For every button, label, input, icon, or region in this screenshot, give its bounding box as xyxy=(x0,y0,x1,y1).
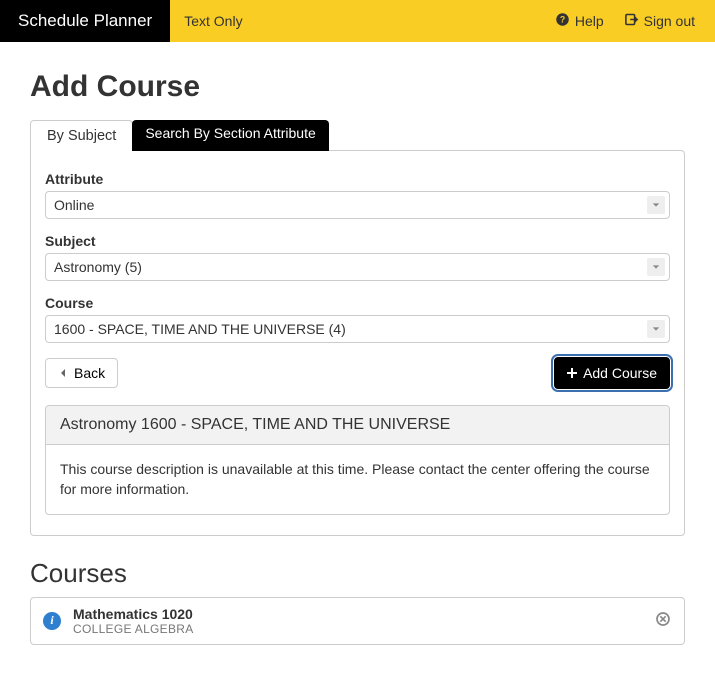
course-select[interactable]: 1600 - SPACE, TIME AND THE UNIVERSE (4) xyxy=(45,315,670,343)
tab-by-attribute[interactable]: Search By Section Attribute xyxy=(132,120,328,151)
sign-out-link[interactable]: Sign out xyxy=(624,12,695,30)
course-detail-title: Astronomy 1600 - SPACE, TIME AND THE UNI… xyxy=(46,406,669,445)
remove-course-button[interactable] xyxy=(654,612,672,630)
course-item-subtitle: COLLEGE ALGEBRA xyxy=(73,622,642,636)
course-value: 1600 - SPACE, TIME AND THE UNIVERSE (4) xyxy=(54,321,346,337)
attribute-select[interactable]: Online xyxy=(45,191,670,219)
chevron-down-icon xyxy=(647,320,665,338)
course-detail-box: Astronomy 1600 - SPACE, TIME AND THE UNI… xyxy=(45,405,670,515)
help-icon: ? xyxy=(555,12,570,30)
close-circle-icon xyxy=(655,611,671,630)
help-link[interactable]: ? Help xyxy=(555,12,604,30)
attribute-value: Online xyxy=(54,197,94,213)
chevron-down-icon xyxy=(647,196,665,214)
plus-icon xyxy=(567,365,577,381)
back-button[interactable]: Back xyxy=(45,358,118,388)
course-item-title: Mathematics 1020 xyxy=(73,606,642,622)
course-detail-description: This course description is unavailable a… xyxy=(46,445,669,514)
courses-heading: Courses xyxy=(30,558,685,589)
subject-label: Subject xyxy=(45,233,670,249)
subject-select[interactable]: Astronomy (5) xyxy=(45,253,670,281)
subject-value: Astronomy (5) xyxy=(54,259,142,275)
info-icon[interactable]: i xyxy=(43,612,61,630)
app-brand[interactable]: Schedule Planner xyxy=(0,0,170,42)
course-label: Course xyxy=(45,295,670,311)
tab-bar: By Subject Search By Section Attribute xyxy=(30,120,685,151)
chevron-left-icon xyxy=(58,365,68,381)
svg-text:?: ? xyxy=(560,15,565,25)
add-course-button[interactable]: Add Course xyxy=(554,357,670,389)
chevron-down-icon xyxy=(647,258,665,276)
sign-out-icon xyxy=(624,12,639,30)
course-list-item: i Mathematics 1020 COLLEGE ALGEBRA xyxy=(30,597,685,645)
top-bar: Schedule Planner Text Only ? Help Sign o… xyxy=(0,0,715,42)
help-label: Help xyxy=(575,13,604,29)
sign-out-label: Sign out xyxy=(644,13,695,29)
text-only-link[interactable]: Text Only xyxy=(170,0,256,42)
back-label: Back xyxy=(74,365,105,381)
search-panel: Attribute Online Subject Astronomy (5) C… xyxy=(30,150,685,536)
page-title: Add Course xyxy=(30,70,685,104)
add-course-label: Add Course xyxy=(583,365,657,381)
tab-by-subject[interactable]: By Subject xyxy=(30,120,133,151)
attribute-label: Attribute xyxy=(45,171,670,187)
